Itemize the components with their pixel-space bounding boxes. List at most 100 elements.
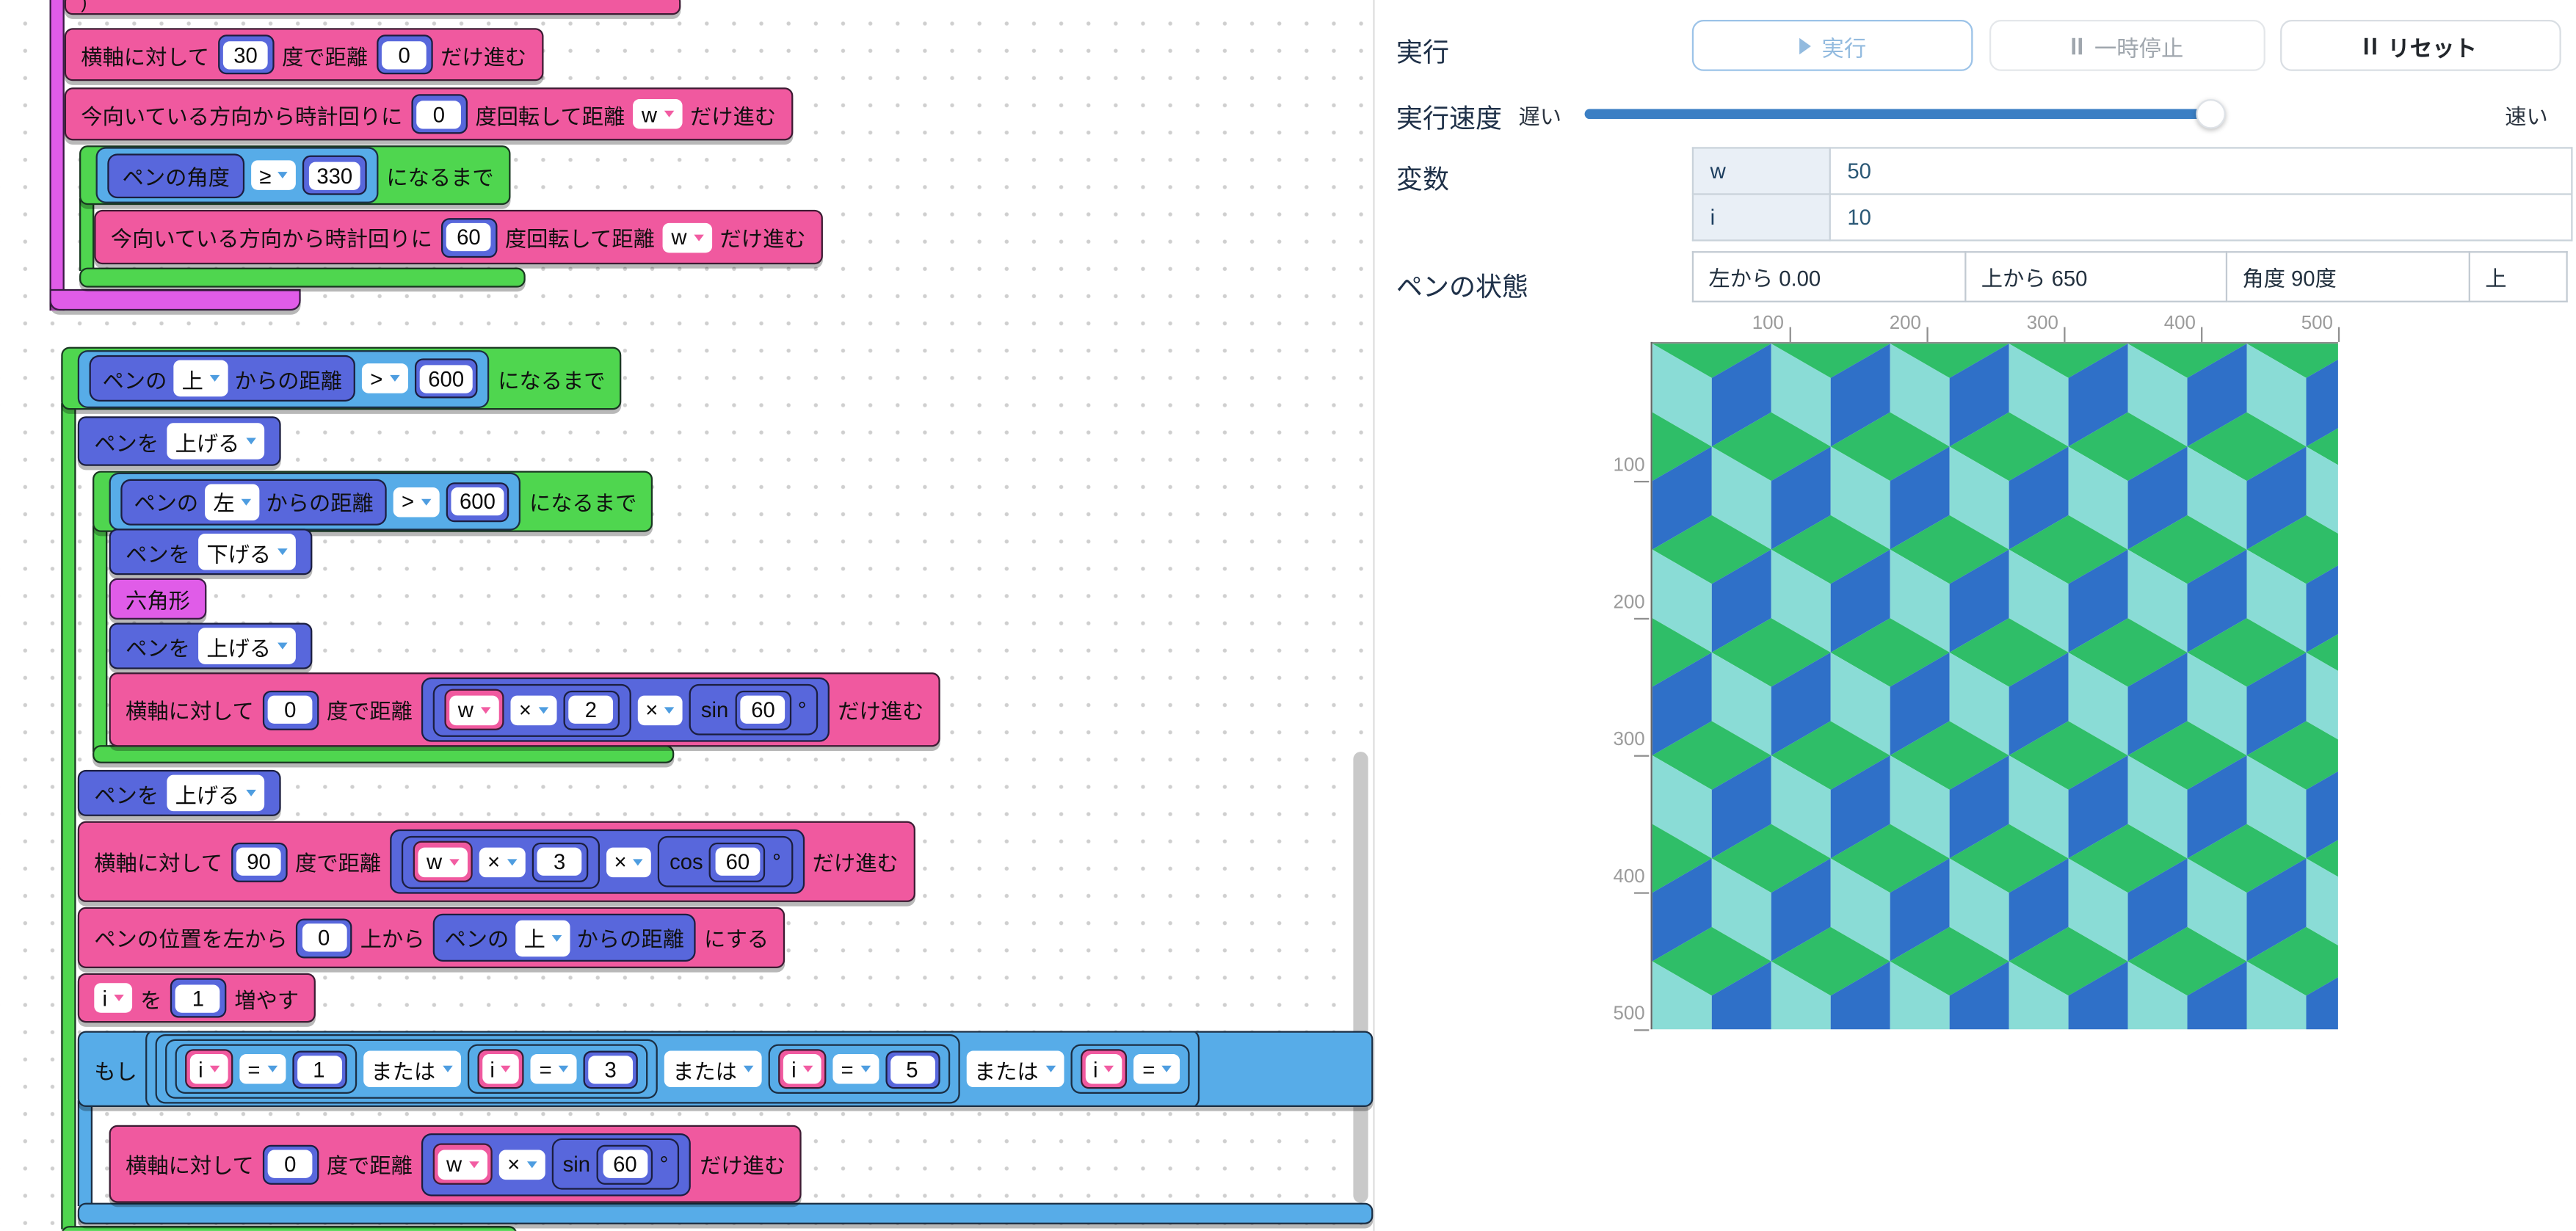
number-slot[interactable]: 0 <box>376 35 432 74</box>
if-left[interactable] <box>78 1100 92 1206</box>
loop-left[interactable] <box>92 526 107 752</box>
number-slot[interactable]: 1 <box>291 1050 346 1088</box>
trig-shell[interactable]: cos 60 ° <box>658 836 792 887</box>
variable-dropdown[interactable]: i <box>94 983 132 1013</box>
pen-updown-dropdown[interactable]: 下げる <box>198 534 296 570</box>
pen-angle-reporter[interactable]: ペンの角度 <box>107 153 244 197</box>
variable-dropdown[interactable]: w <box>634 99 682 129</box>
comparison-shell[interactable]: i = 3 <box>467 1045 647 1094</box>
number-slot[interactable]: 60 <box>735 690 791 730</box>
variable-slot[interactable]: w <box>444 689 504 730</box>
or-dropdown[interactable]: または <box>363 1051 460 1088</box>
pen-updown-dropdown[interactable]: 上げる <box>198 628 296 664</box>
comparison-shell[interactable]: i = 1 <box>175 1045 356 1094</box>
operator-dropdown[interactable]: × <box>511 694 556 725</box>
function-wrapper-left[interactable] <box>50 0 65 311</box>
trig-shell[interactable]: sin 60 ° <box>551 1139 680 1190</box>
pen-distance-reporter[interactable]: ペンの 上 からの距離 <box>90 355 355 402</box>
number-slot[interactable]: 2 <box>563 690 620 730</box>
number-slot[interactable]: 60 <box>440 217 497 257</box>
block-increment-i[interactable]: i を 1 増やす <box>78 973 316 1023</box>
number-slot[interactable]: 30 <box>217 35 274 74</box>
comparison-shell[interactable]: ペンの角度 ≥ 330 <box>96 147 379 203</box>
number-slot[interactable]: 0 <box>262 690 319 730</box>
number-slot[interactable]: 0 <box>296 918 352 957</box>
operator-dropdown[interactable]: > <box>393 487 439 517</box>
comparison-shell[interactable]: i = <box>1070 1045 1189 1094</box>
number-slot[interactable]: 0 <box>411 94 468 134</box>
run-button[interactable]: 実行 <box>1692 20 1973 71</box>
number-slot[interactable]: 600 <box>446 482 509 521</box>
variable-value[interactable]: 50 <box>1830 148 2572 194</box>
or-dropdown[interactable]: または <box>664 1051 762 1088</box>
number-slot[interactable]: 330 <box>302 156 366 195</box>
variable-slot[interactable]: i <box>185 1049 233 1089</box>
block-move-axis-wsin[interactable]: 横軸に対して 0 度で距離 w × sin 60 ° だけ進む <box>109 1125 802 1203</box>
comparison-shell[interactable]: ペンの 上 からの距離 > 600 <box>78 349 490 407</box>
comparison-shell[interactable]: i = 5 <box>769 1045 949 1094</box>
loop-bottom[interactable] <box>79 268 526 288</box>
or-shell[interactable]: i = 1 または i = 3 または i = <box>145 1031 1200 1107</box>
block-move-axis-w3cos[interactable]: 横軸に対して 90 度で距離 w × 3 × cos 60 ° だけ進む <box>78 821 915 902</box>
operator-dropdown[interactable]: ≥ <box>251 160 296 190</box>
block-set-pen-position[interactable]: ペンの位置を左から 0 上から ペンの 上 からの距離 にする <box>78 907 786 968</box>
pause-button[interactable]: 一時停止 <box>1989 20 2265 71</box>
turtle-canvas[interactable] <box>1652 343 2338 1029</box>
pen-updown-dropdown[interactable]: 上げる <box>167 775 264 812</box>
operator-dropdown[interactable]: × <box>479 847 525 877</box>
math-shell[interactable]: w × 3 <box>401 835 599 888</box>
block-repeat-until-left600[interactable]: ペンの 左 からの距離 > 600 になるまで <box>92 471 653 531</box>
number-slot[interactable]: 3 <box>531 842 588 882</box>
number-slot[interactable]: 90 <box>231 842 287 882</box>
block-move-axis-30[interactable]: 横軸に対して 30 度で距離 0 だけ進む <box>65 28 543 81</box>
direction-dropdown[interactable]: 左 <box>205 483 259 520</box>
block-cutoff-header[interactable]: ) <box>65 0 681 15</box>
block-move-axis-w2sin[interactable]: 横軸に対して 0 度で距離 w × 2 × sin 60 ° だけ進む <box>109 672 940 747</box>
function-wrapper-bottom[interactable] <box>50 289 301 311</box>
block-hexagon-call[interactable]: 六角形 <box>109 578 207 620</box>
reset-button[interactable]: リセット <box>2280 20 2561 71</box>
operator-dropdown[interactable]: × <box>637 694 683 725</box>
number-slot[interactable]: 5 <box>885 1050 939 1088</box>
pen-distance-reporter[interactable]: ペンの 左 からの距離 <box>120 479 386 525</box>
loop-bottom[interactable] <box>92 745 674 763</box>
block-turn-60-w[interactable]: 今向いている方向から時計回りに 60 度回転して距離 w だけ進む <box>94 210 822 264</box>
variable-dropdown[interactable]: w <box>450 694 498 725</box>
operator-dropdown[interactable]: = <box>239 1054 285 1084</box>
direction-dropdown[interactable]: 上 <box>515 920 570 956</box>
or-shell[interactable]: i = 1 または i = 3 または i = <box>156 1034 959 1104</box>
math-shell[interactable]: w × sin 60 ° <box>421 1133 692 1196</box>
variable-dropdown[interactable]: w <box>438 1149 487 1179</box>
block-pen-up[interactable]: ペンを 上げる <box>78 770 281 816</box>
variable-slot[interactable]: i <box>778 1049 826 1089</box>
variable-dropdown[interactable]: i <box>783 1054 821 1084</box>
block-pen-up[interactable]: ペンを 上げる <box>78 416 281 466</box>
number-slot[interactable]: 60 <box>597 1144 653 1184</box>
number-slot[interactable]: 1 <box>170 978 227 1017</box>
variable-slot[interactable]: i <box>1080 1049 1128 1089</box>
workspace-scrollbar[interactable] <box>1353 752 1368 1202</box>
speed-slider-handle[interactable] <box>2196 99 2226 129</box>
variable-dropdown[interactable]: w <box>663 222 711 253</box>
operator-dropdown[interactable]: × <box>606 847 651 877</box>
variable-dropdown[interactable]: i <box>1085 1054 1123 1084</box>
or-dropdown[interactable]: または <box>966 1051 1064 1088</box>
math-shell[interactable]: w × 2 × sin 60 ° <box>421 678 830 742</box>
operator-dropdown[interactable]: = <box>531 1054 576 1084</box>
number-slot[interactable]: 60 <box>710 842 766 882</box>
operator-dropdown[interactable]: = <box>1134 1054 1180 1084</box>
block-turn-0-w[interactable]: 今向いている方向から時計回りに 0 度回転して距離 w だけ進む <box>65 87 793 140</box>
math-shell[interactable]: w × 3 × cos 60 ° <box>389 829 804 894</box>
block-pen-down[interactable]: ペンを 下げる <box>109 529 313 575</box>
pen-distance-reporter[interactable]: ペンの 上 からの距離 <box>433 914 696 962</box>
block-pen-up[interactable]: ペンを 上げる <box>109 623 313 669</box>
block-repeat-until-top600[interactable]: ペンの 上 からの距離 > 600 になるまで <box>61 347 622 410</box>
variable-dropdown[interactable]: i <box>190 1054 228 1084</box>
direction-dropdown[interactable]: 上 <box>173 360 228 397</box>
block-workspace[interactable]: ) 横軸に対して 30 度で距離 0 だけ進む 今向いている方向から時計回りに … <box>0 0 1373 1231</box>
block-if[interactable]: もし i = 1 または i = 3 <box>78 1031 1374 1107</box>
comparison-shell[interactable]: ペンの 左 からの距離 > 600 <box>109 473 521 531</box>
or-shell[interactable]: i = 1 または i = 3 <box>165 1039 658 1099</box>
number-slot[interactable]: 3 <box>584 1050 638 1088</box>
if-bottom[interactable] <box>78 1203 1374 1224</box>
